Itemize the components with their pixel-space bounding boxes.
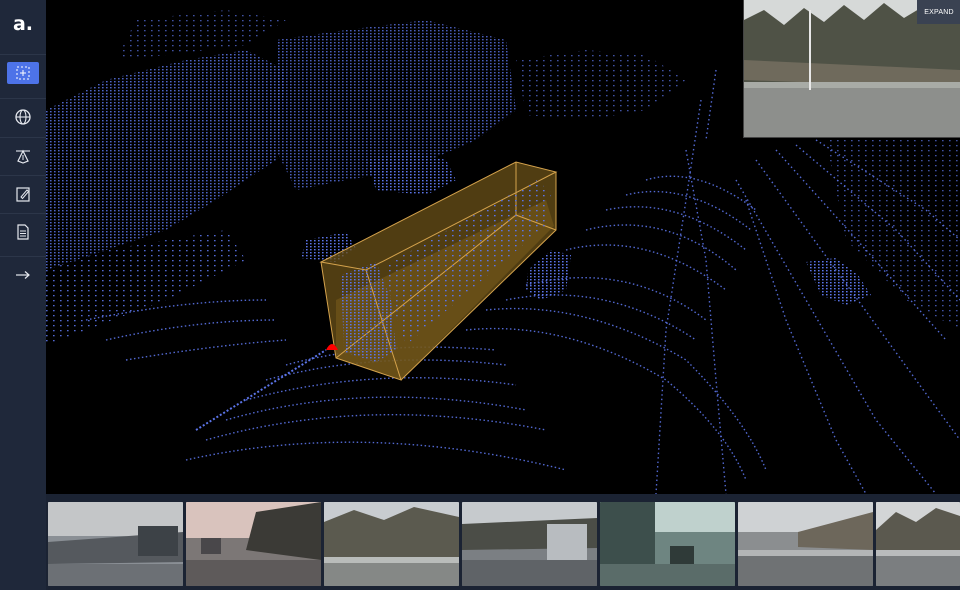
camera-thumbnail-4[interactable]	[462, 502, 597, 586]
camera-thumbnail-5[interactable]	[600, 502, 735, 586]
sidebar: a.	[0, 0, 46, 590]
camera-frame-strip	[46, 494, 960, 590]
truck-bounding-box[interactable]	[319, 161, 558, 381]
camera-preview[interactable]: EXPAND	[743, 0, 960, 138]
tool-next[interactable]	[0, 256, 46, 293]
logo-dot: .	[25, 13, 34, 35]
pen-tool-icon	[16, 149, 30, 164]
globe-icon	[15, 109, 31, 125]
camera-thumbnail-3[interactable]	[324, 502, 459, 586]
arrow-right-icon	[16, 271, 30, 279]
tool-pen[interactable]	[0, 137, 46, 174]
document-icon	[17, 224, 29, 240]
expand-button[interactable]: EXPAND	[917, 0, 960, 24]
tool-box-select[interactable]	[0, 54, 46, 91]
edit-document-icon	[16, 187, 30, 202]
camera-thumbnail-1[interactable]	[48, 502, 183, 586]
camera-thumbnail-2[interactable]	[186, 502, 321, 586]
camera-thumbnail-7[interactable]	[876, 502, 960, 586]
point-cloud-viewport[interactable]: EXPAND	[46, 0, 960, 494]
app-logo[interactable]: a.	[0, 0, 46, 48]
logo-letter: a	[12, 13, 26, 35]
camera-thumbnail-6[interactable]	[738, 502, 873, 586]
tool-document[interactable]	[0, 213, 46, 250]
box-select-button[interactable]	[7, 62, 39, 84]
tool-globe[interactable]	[0, 98, 46, 135]
box-select-icon	[16, 66, 30, 80]
tool-edit[interactable]	[0, 175, 46, 212]
